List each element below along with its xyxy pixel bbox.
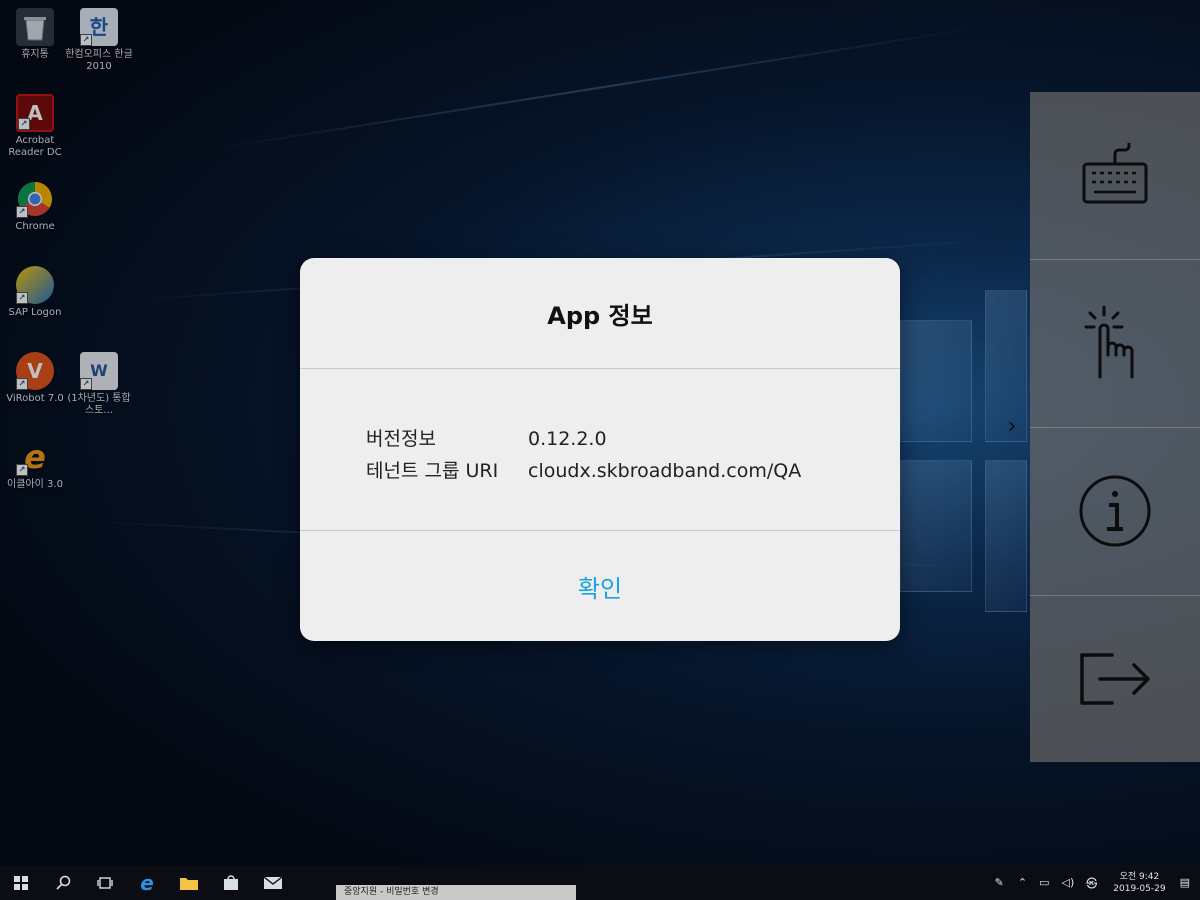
store-icon bbox=[224, 874, 238, 890]
windows-start-button[interactable] bbox=[0, 865, 42, 900]
dialog-title: App 정보 bbox=[547, 301, 653, 330]
store-button[interactable] bbox=[210, 865, 252, 900]
confirm-button[interactable]: 확인 bbox=[300, 531, 900, 641]
mail-button[interactable] bbox=[252, 865, 294, 900]
network-icon[interactable]: ▭ bbox=[1039, 876, 1049, 889]
file-explorer-button[interactable] bbox=[168, 865, 210, 900]
file-explorer-icon bbox=[180, 877, 198, 890]
windows-start-icon bbox=[14, 875, 28, 890]
task-view-button[interactable] bbox=[84, 865, 126, 900]
info-value: cloudx.skbroadband.com/QA bbox=[528, 460, 802, 482]
taskbar-window-item[interactable]: 중앙지원 - 비밀번호 변경 bbox=[336, 885, 576, 900]
edge-button[interactable]: e bbox=[126, 865, 168, 900]
clock-date: 2019-05-29 bbox=[1113, 883, 1166, 894]
clock[interactable]: 오전 9:42 2019-05-29 bbox=[1113, 871, 1165, 895]
info-key: 테넌트 그룹 URI bbox=[366, 460, 499, 482]
chevron-up-icon[interactable]: ⌃ bbox=[1018, 876, 1027, 889]
notification-icon[interactable]: ▤ bbox=[1180, 876, 1190, 889]
task-view-icon bbox=[97, 876, 113, 889]
info-row-tenant: 테넌트 그룹 URI cloudx.skbroadband.com/QA bbox=[366, 456, 801, 483]
system-tray: ✎ ⌃ ▭ ◁) ㉿ 오전 9:42 2019-05-29 ▤ bbox=[987, 865, 1200, 900]
info-key: 버전정보 bbox=[366, 428, 436, 450]
pen-icon[interactable]: ✎ bbox=[995, 876, 1004, 889]
search-icon bbox=[55, 875, 70, 890]
mail-icon bbox=[264, 876, 282, 889]
volume-icon[interactable]: ◁) bbox=[1062, 876, 1075, 889]
language-icon[interactable]: ㉿ bbox=[1086, 875, 1097, 891]
edge-icon: e bbox=[140, 870, 154, 895]
info-value: 0.12.2.0 bbox=[528, 428, 607, 450]
info-row-version: 버전정보 0.12.2.0 bbox=[366, 424, 607, 451]
app-info-dialog: App 정보 버전정보 0.12.2.0 테넌트 그룹 URI cloudx.skb… bbox=[300, 258, 900, 641]
dialog-divider bbox=[300, 368, 900, 369]
clock-time: 오전 9:42 bbox=[1119, 871, 1160, 882]
search-button[interactable] bbox=[42, 865, 84, 900]
